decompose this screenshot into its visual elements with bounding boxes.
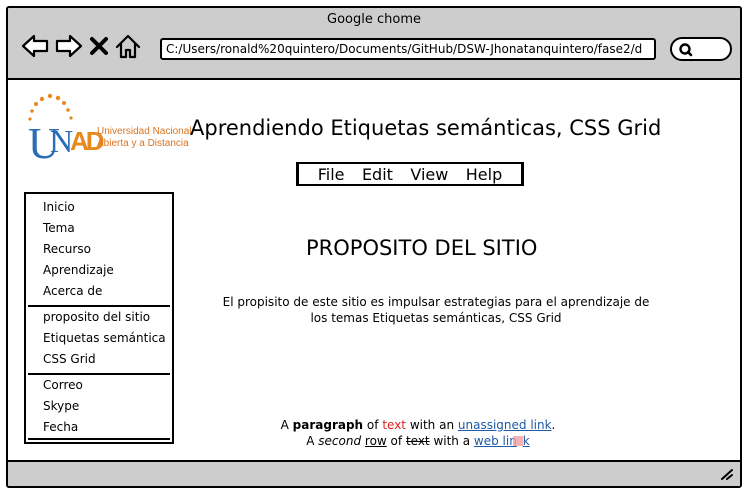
logo-caption: Universidad Nacional Abierta y a Distanc…	[97, 126, 192, 150]
web-link-text-end: k	[522, 434, 530, 448]
web-link-text: web lin	[473, 434, 517, 448]
sidebar-item-correo[interactable]: Correo	[43, 378, 83, 392]
sidebar-item-proposito[interactable]: proposito del sitio	[43, 310, 150, 324]
text-span: with an	[406, 418, 458, 432]
unad-logo: U N AD Universidad Nacional Abierta y a …	[24, 92, 192, 172]
sidebar-item-fecha[interactable]: Fecha	[43, 420, 78, 434]
search-icon	[679, 43, 693, 57]
paragraph-row-1: A paragraph of text with an unassigned l…	[168, 418, 668, 432]
unassigned-link[interactable]: unassigned link	[458, 418, 552, 432]
web-link[interactable]: web lin k	[474, 434, 530, 448]
sidebar-item-inicio[interactable]: Inicio	[43, 200, 75, 214]
home-icon[interactable]	[114, 33, 142, 59]
text-span: of	[386, 434, 406, 448]
sidebar-divider	[28, 438, 170, 440]
text-span: A	[306, 434, 319, 448]
sidebar-item-css-grid[interactable]: CSS Grid	[43, 352, 96, 366]
italic-text: second	[318, 434, 362, 448]
section-heading: PROPOSITO DEL SITIO	[306, 236, 538, 260]
sidebar-divider	[28, 305, 170, 307]
text-span: .	[551, 418, 556, 432]
text-span: of	[363, 418, 383, 432]
text-span: A	[280, 418, 293, 432]
search-box[interactable]	[670, 37, 732, 61]
paragraph-row-2: A second row of text with a web lin k	[168, 434, 668, 448]
close-x-icon[interactable]	[88, 33, 110, 59]
menu-file[interactable]: File	[318, 165, 345, 184]
red-text: text	[382, 418, 406, 432]
bold-text: paragraph	[292, 418, 364, 432]
status-bar	[8, 460, 740, 486]
strikethrough-text: text	[405, 434, 430, 448]
sidebar-item-acerca-de[interactable]: Acerca de	[43, 284, 102, 298]
menu-help[interactable]: Help	[466, 165, 502, 184]
sidebar-item-etiquetas[interactable]: Etiquetas semántica	[43, 331, 166, 345]
logo-line-1: Universidad Nacional	[97, 126, 192, 137]
sidebar-item-aprendizaje[interactable]: Aprendizaje	[43, 263, 114, 277]
sidebar-nav: Inicio Tema Recurso Aprendizaje Acerca d…	[24, 192, 174, 444]
sidebar-item-recurso[interactable]: Recurso	[43, 242, 91, 256]
menu-view[interactable]: View	[410, 165, 448, 184]
browser-window: Google chome C:/Users/ronald%20quintero/…	[6, 6, 742, 488]
sidebar-item-tema[interactable]: Tema	[43, 221, 75, 235]
cursor-highlight	[512, 436, 523, 446]
text-span: with a	[429, 434, 474, 448]
page-title: Aprendiendo Etiquetas semánticas, CSS Gr…	[190, 116, 662, 140]
resize-grip-icon[interactable]	[720, 468, 734, 480]
site-description: El propisito de este sitio es impulsar e…	[222, 295, 650, 325]
sidebar-divider	[28, 373, 170, 375]
sidebar-item-skype[interactable]: Skype	[43, 399, 79, 413]
menu-bar: File Edit View Help	[296, 162, 524, 186]
window-title: Google chome	[327, 12, 421, 27]
address-bar[interactable]: C:/Users/ronald%20quintero/Documents/Git…	[160, 38, 656, 60]
logo-line-2: Abierta y a Distancia	[97, 138, 189, 149]
back-arrow-icon[interactable]	[20, 33, 50, 59]
nav-buttons	[20, 32, 142, 60]
forward-arrow-icon[interactable]	[54, 33, 84, 59]
menu-edit[interactable]: Edit	[362, 165, 393, 184]
underlined-text: row	[364, 434, 387, 448]
browser-chrome: Google chome C:/Users/ronald%20quintero/…	[8, 8, 740, 80]
